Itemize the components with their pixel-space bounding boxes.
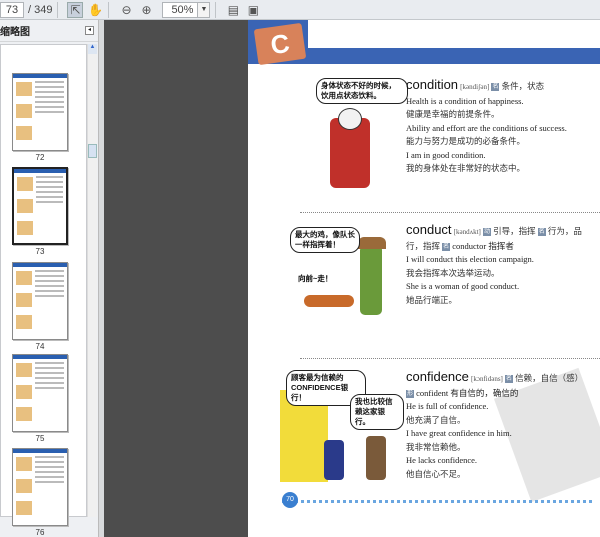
page-number: 70 [282, 492, 298, 508]
speech-text: 向前~走！ [298, 274, 333, 283]
separator [57, 1, 59, 18]
thumbnail-page[interactable] [12, 73, 68, 151]
section-divider [300, 212, 600, 213]
thumbnail-page-selected[interactable] [12, 167, 68, 245]
comic-confidence: 顾客最为信赖的CONFIDENCE银行！ 我也比较信赖这家银行。 [280, 370, 404, 485]
toolbar: 73 / 349 ⇱ ✋ ⊖ ⊕ 50% ▼ ▤ ▣ [0, 0, 600, 20]
thumbnail-label: 74 [35, 342, 45, 351]
thumbnail-label: 76 [35, 528, 45, 537]
hand-tool-icon[interactable]: ✋ [87, 2, 103, 18]
page-total: / 349 [28, 3, 53, 16]
entry-confidence: confidence [kɔnfidәns] 名 信赖，自信（感） 形 conf… [406, 369, 584, 479]
thumbnail-page[interactable] [12, 262, 68, 340]
comic-conduct: 最大的鸡，像队长一样指挥着！ 向前~走！ [284, 225, 396, 320]
speech-bubble: 最大的鸡，像队长一样指挥着！ [290, 227, 360, 253]
section-divider [300, 358, 600, 359]
zoom-dropdown-button[interactable]: ▼ [198, 1, 211, 18]
panel-splitter[interactable] [98, 20, 104, 537]
thumbnail-page[interactable] [12, 448, 68, 526]
entry-conduct: conduct [kәndʌkt] 动 引导，指挥 名 行为，品行，指挥 名 c… [406, 222, 582, 305]
entry-condition: condition [kәndiʃәn] 名 条件，状态 Health is a… [406, 77, 567, 173]
thumbnail-scrollbar[interactable]: ▲ [87, 44, 97, 517]
letter-sign: C [253, 22, 307, 66]
comic-condition: 身体状态不好的时候，饮用点状态饮料。 [308, 78, 408, 190]
select-tool-icon[interactable]: ⇱ [67, 1, 84, 18]
thumbnail-label: 73 [35, 247, 45, 256]
panel-title: 缩略图 [0, 27, 30, 38]
document-page: C 身体状态不好的时候，饮用点状态饮料。 condition [kәndiʃәn… [248, 20, 600, 537]
zoom-in-icon[interactable]: ⊕ [138, 2, 154, 18]
zoom-out-icon[interactable]: ⊖ [118, 2, 134, 18]
thumbnail-label: 72 [35, 153, 45, 162]
zoom-level-input[interactable]: 50% [162, 1, 199, 18]
fit-width-icon[interactable]: ▣ [245, 2, 261, 18]
close-panel-button[interactable]: ◂ [85, 26, 94, 35]
page-number-input[interactable]: 73 [0, 1, 24, 18]
thumbnail-list: 72 73 74 75 76 [0, 44, 87, 537]
speech-bubble: 身体状态不好的时候，饮用点状态饮料。 [316, 78, 408, 104]
fit-page-icon[interactable]: ▤ [225, 2, 241, 18]
footer-dots [282, 500, 592, 503]
speech-bubble: 我也比较信赖这家银行。 [350, 394, 404, 430]
thumbnail-label: 75 [35, 434, 45, 443]
thumbnail-page[interactable] [12, 354, 68, 432]
